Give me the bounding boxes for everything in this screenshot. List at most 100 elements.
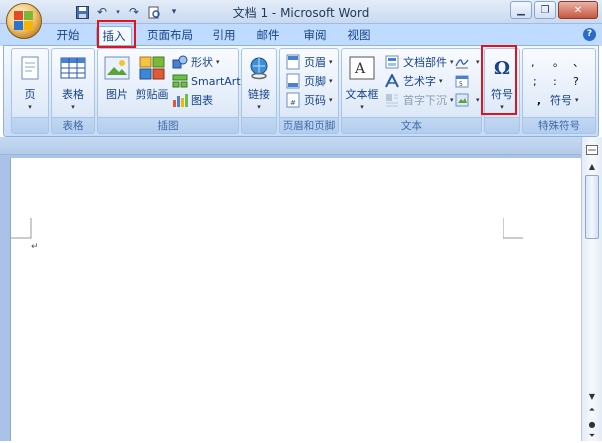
wordart-button[interactable]: 艺术字 ▾ (384, 72, 443, 90)
tab-references[interactable]: 引用 (206, 26, 242, 46)
page-button[interactable]: 页 ▾ (16, 53, 44, 111)
chevron-down-icon: ▾ (450, 96, 454, 104)
footer-button[interactable]: 页脚 ▾ (285, 72, 333, 90)
previous-page-button[interactable]: ⏶ (584, 403, 600, 417)
margin-corner-right-icon (503, 218, 523, 239)
svg-text:5: 5 (459, 81, 463, 88)
header-footer-group: 页眉 ▾ 页脚 ▾ # 页码 ▾ 页眉和页脚 (279, 48, 339, 134)
scroll-up-icon: ▲ (588, 161, 596, 171)
page-number-label: 页码 (304, 94, 326, 107)
chevron-down-icon: ▾ (216, 58, 220, 66)
page-icon (15, 53, 45, 83)
document-page[interactable]: ↵ (10, 158, 581, 441)
period-symbol-button[interactable]: 。 (553, 53, 564, 71)
smartart-label: SmartArt (191, 74, 241, 88)
header-button[interactable]: 页眉 ▾ (285, 53, 333, 71)
close-button[interactable]: ✕ (558, 1, 598, 19)
picture-button[interactable]: 图片 (102, 53, 132, 102)
quick-parts-icon (384, 54, 400, 70)
picture-label: 图片 (106, 88, 128, 101)
scroll-down-icon: ▼ (588, 391, 596, 401)
smartart-button[interactable]: SmartArt (172, 72, 241, 90)
ruler (0, 137, 581, 155)
chart-button[interactable]: 图表 (172, 91, 213, 109)
restore-button[interactable]: ❐ (534, 1, 556, 19)
clipart-button[interactable]: 剪贴画 (134, 53, 170, 102)
dropcap-icon (384, 92, 400, 108)
minimize-button[interactable]: ▁ (510, 1, 532, 19)
office-logo-icon (14, 11, 34, 31)
links-group-label (242, 117, 276, 133)
illustrations-group: 图片 剪贴画 形状 ▾ SmartArt 图表 插图 (97, 48, 241, 134)
illustrations-group-label: 插图 (98, 117, 238, 133)
page-label: 页 (24, 88, 36, 101)
double-up-icon: ⏶ (588, 405, 596, 414)
comma-symbol-button[interactable]: , (531, 53, 535, 71)
links-label: 链接 (248, 88, 270, 101)
chart-icon (172, 92, 188, 108)
page-number-button[interactable]: # 页码 ▾ (285, 91, 333, 109)
symbol-menu-icon: , (536, 93, 542, 107)
symbols-group-label (485, 117, 519, 133)
table-icon (58, 53, 88, 83)
chevron-down-icon: ▾ (329, 77, 333, 85)
paragraph-mark: ↵ (31, 242, 39, 252)
shapes-button[interactable]: 形状 ▾ (172, 53, 220, 71)
dropcap-label: 首字下沉 (403, 94, 447, 107)
textbox-label: 文本框 (345, 88, 379, 101)
header-footer-group-label: 页眉和页脚 (280, 117, 338, 133)
shapes-icon (172, 54, 188, 70)
text-group: A 文本框 ▾ 文档部件 ▾ 艺术字 ▾ 首字下沉 ▾ ▾ 5 ▾ 文本 (341, 48, 482, 134)
browse-object-icon: ● (588, 419, 596, 429)
vertical-scrollbar[interactable]: ▲ ▼ ⏶ ● ⏷ (581, 137, 602, 441)
window-controls: ▁ ❐ ✕ (510, 1, 598, 19)
chevron-down-icon: ▾ (329, 58, 333, 66)
textbox-button[interactable]: A 文本框 ▾ (344, 53, 380, 111)
special-symbol-menu-button[interactable]: , 符号 ▾ (531, 91, 579, 109)
dropcap-button[interactable]: 首字下沉 ▾ (384, 91, 454, 109)
chevron-down-icon: ▾ (575, 96, 579, 104)
quick-parts-label: 文档部件 (403, 56, 447, 69)
links-button[interactable]: 链接 ▾ (245, 53, 273, 111)
close-icon: ✕ (573, 4, 583, 16)
tab-home[interactable]: 开始 (48, 26, 88, 46)
scroll-thumb[interactable] (585, 175, 599, 239)
double-down-icon: ⏷ (588, 431, 596, 440)
quick-parts-button[interactable]: 文档部件 ▾ (384, 53, 454, 71)
help-button[interactable]: ? (583, 28, 596, 41)
chevron-down-icon: ▾ (71, 103, 75, 111)
calendar-icon: 5 (454, 73, 470, 89)
tables-group: 表格 ▾ 表格 (51, 48, 95, 134)
chevron-down-icon: ▾ (476, 58, 480, 66)
colon-symbol-button[interactable]: : (553, 72, 557, 90)
insert-tab-highlight (97, 20, 136, 48)
scroll-up-button[interactable]: ▲ (584, 159, 600, 173)
chevron-down-icon: ▾ (257, 103, 261, 111)
tab-page-layout[interactable]: 页面布局 (142, 26, 198, 46)
scroll-down-button[interactable]: ▼ (584, 389, 600, 403)
enumeration-comma-button[interactable]: 、 (573, 53, 584, 71)
table-button[interactable]: 表格 ▾ (57, 53, 89, 111)
tab-view[interactable]: 视图 (341, 26, 377, 46)
signature-icon (454, 54, 470, 70)
office-button[interactable] (6, 3, 42, 39)
tab-mailings[interactable]: 邮件 (250, 26, 286, 46)
table-label: 表格 (62, 88, 84, 101)
wordart-icon (384, 73, 400, 89)
title-bar: ↶ ▾ ↷ ▾ 文档 1 - Microsoft Word ▁ ❐ ✕ (0, 0, 602, 39)
footer-icon (285, 73, 301, 89)
restore-icon: ❐ (540, 4, 550, 16)
margin-corner-left-icon (11, 218, 32, 239)
date-time-button[interactable]: 5 (454, 72, 473, 90)
question-symbol-button[interactable]: ? (573, 72, 579, 90)
link-icon (244, 53, 274, 83)
tab-review[interactable]: 审阅 (297, 26, 333, 46)
tables-group-label: 表格 (52, 117, 94, 133)
insert-object-button[interactable]: ▾ (454, 91, 480, 109)
text-group-label: 文本 (342, 117, 481, 133)
signature-line-button[interactable]: ▾ (454, 53, 480, 71)
wordart-label: 艺术字 (403, 75, 436, 88)
ruler-toggle-button[interactable] (584, 143, 600, 157)
clipart-label: 剪贴画 (135, 88, 169, 101)
semicolon-symbol-button[interactable]: ; (533, 72, 537, 90)
